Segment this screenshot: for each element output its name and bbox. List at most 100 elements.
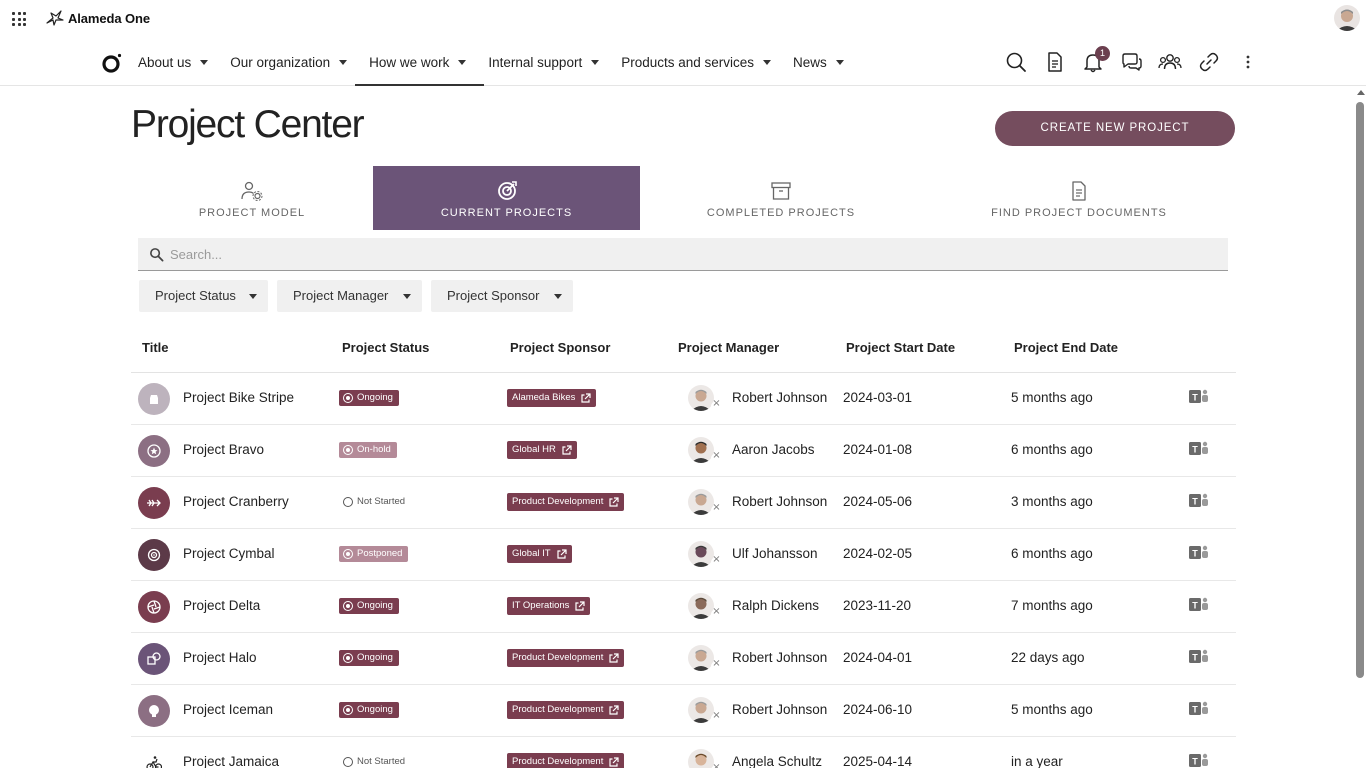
column-header-status[interactable]: Project Status bbox=[342, 340, 429, 355]
column-header-sponsor[interactable]: Project Sponsor bbox=[510, 340, 610, 355]
sponsor-tag[interactable]: IT Operations bbox=[507, 597, 591, 615]
teams-icon[interactable]: T bbox=[1189, 388, 1209, 406]
manager-name[interactable]: Ralph Dickens bbox=[732, 598, 819, 613]
page-scrollbar[interactable] bbox=[1354, 88, 1366, 768]
sponsor-tag[interactable]: Global IT bbox=[507, 545, 572, 563]
manager-name[interactable]: Robert Johnson bbox=[732, 702, 827, 717]
sponsor-tag[interactable]: Global HR bbox=[507, 441, 577, 459]
manager-name[interactable]: Ulf Johansson bbox=[732, 546, 818, 561]
filter-project-sponsor[interactable]: Project Sponsor bbox=[431, 280, 573, 312]
project-title-link[interactable]: Project Bike Stripe bbox=[183, 390, 294, 405]
status-label: Ongoing bbox=[357, 600, 393, 611]
suite-bar: Alameda One bbox=[0, 0, 1366, 36]
status-label: On-hold bbox=[357, 444, 391, 455]
end-date: 7 months ago bbox=[1011, 598, 1093, 613]
search-icon[interactable] bbox=[1004, 50, 1028, 74]
manager-name[interactable]: Angela Schultz bbox=[732, 754, 822, 768]
teams-icon[interactable]: T bbox=[1189, 752, 1209, 768]
presence-offline-icon bbox=[711, 502, 722, 516]
status-label: Not Started bbox=[357, 756, 406, 767]
project-title-link[interactable]: Project Cymbal bbox=[183, 546, 275, 561]
status-badge: Not Started bbox=[339, 494, 411, 510]
nav-item-products-and-services[interactable]: Products and services bbox=[621, 38, 772, 86]
nav-item-about-us[interactable]: About us bbox=[138, 38, 209, 86]
table-row[interactable]: Project Bravo On-hold Global HR Aaron Ja… bbox=[131, 425, 1236, 477]
table-body: Project Bike Stripe Ongoing Alameda Bike… bbox=[131, 373, 1236, 768]
sponsor-tag[interactable]: Alameda Bikes bbox=[507, 389, 597, 407]
manager-name[interactable]: Robert Johnson bbox=[732, 494, 827, 509]
column-header-start-date[interactable]: Project Start Date bbox=[846, 340, 955, 355]
svg-text:T: T bbox=[1192, 445, 1198, 455]
table-row[interactable]: Project Iceman Ongoing Product Developme… bbox=[131, 685, 1236, 737]
nav-item-news[interactable]: News bbox=[793, 38, 844, 86]
table-row[interactable]: Project Delta Ongoing IT Operations Ralp… bbox=[131, 581, 1236, 633]
tab-project-model[interactable]: PROJECT MODEL bbox=[131, 166, 373, 230]
nav-item-how-we-work[interactable]: How we work bbox=[355, 38, 485, 86]
sponsor-label: Product Development bbox=[512, 652, 604, 663]
notification-badge: 1 bbox=[1095, 46, 1110, 61]
status-badge: On-hold bbox=[339, 442, 397, 458]
more-vertical-icon[interactable] bbox=[1238, 50, 1258, 74]
brand[interactable]: Alameda One bbox=[46, 9, 150, 27]
svg-text:T: T bbox=[1192, 653, 1198, 663]
sponsor-tag[interactable]: Product Development bbox=[507, 649, 625, 667]
teams-icon[interactable]: T bbox=[1189, 648, 1209, 666]
sponsor-label: Global HR bbox=[512, 444, 556, 455]
table-row[interactable]: Project Bike Stripe Ongoing Alameda Bike… bbox=[131, 373, 1236, 425]
svg-text:T: T bbox=[1192, 549, 1198, 559]
sponsor-tag[interactable]: Product Development bbox=[507, 753, 625, 768]
project-title-link[interactable]: Project Cranberry bbox=[183, 494, 289, 509]
bell-icon[interactable]: 1 bbox=[1081, 46, 1110, 74]
tab-completed-projects[interactable]: COMPLETED PROJECTS bbox=[640, 166, 922, 230]
manager-name[interactable]: Aaron Jacobs bbox=[732, 442, 815, 457]
nav-item-our-organization[interactable]: Our organization bbox=[230, 38, 348, 86]
svg-text:T: T bbox=[1192, 497, 1198, 507]
link-icon[interactable] bbox=[1197, 50, 1221, 74]
column-header-manager[interactable]: Project Manager bbox=[678, 340, 779, 355]
table-row[interactable]: Project Halo Ongoing Product Development… bbox=[131, 633, 1236, 685]
tab-current-projects[interactable]: CURRENT PROJECTS bbox=[373, 166, 640, 230]
start-date: 2024-05-06 bbox=[843, 494, 913, 509]
sponsor-tag[interactable]: Product Development bbox=[507, 493, 625, 511]
presence-offline-icon bbox=[711, 710, 722, 724]
scroll-thumb[interactable] bbox=[1356, 102, 1364, 678]
document-icon[interactable] bbox=[1043, 50, 1067, 74]
app-launcher-icon[interactable] bbox=[12, 12, 26, 26]
sponsor-tag[interactable]: Product Development bbox=[507, 701, 625, 719]
tab-find-project-documents[interactable]: FIND PROJECT DOCUMENTS bbox=[922, 166, 1236, 230]
column-header-end-date[interactable]: Project End Date bbox=[1014, 340, 1118, 355]
presence-offline-icon bbox=[711, 554, 722, 568]
external-link-icon bbox=[556, 548, 567, 559]
manager-name[interactable]: Robert Johnson bbox=[732, 650, 827, 665]
filter-project-status[interactable]: Project Status bbox=[139, 280, 268, 312]
teams-icon[interactable]: T bbox=[1189, 596, 1209, 614]
project-title-link[interactable]: Project Jamaica bbox=[183, 754, 279, 768]
project-title-link[interactable]: Project Bravo bbox=[183, 442, 264, 457]
chat-icon[interactable] bbox=[1120, 50, 1144, 74]
filter-project-manager[interactable]: Project Manager bbox=[277, 280, 422, 312]
table-row[interactable]: Project Cymbal Postponed Global IT Ulf J… bbox=[131, 529, 1236, 581]
manager-name[interactable]: Robert Johnson bbox=[732, 390, 827, 405]
teams-icon[interactable]: T bbox=[1189, 440, 1209, 458]
teams-icon[interactable]: T bbox=[1189, 544, 1209, 562]
sponsor-label: IT Operations bbox=[512, 600, 570, 611]
sponsor-label: Alameda Bikes bbox=[512, 392, 576, 403]
create-new-project-button[interactable]: CREATE NEW PROJECT bbox=[995, 111, 1235, 146]
search-input[interactable] bbox=[170, 238, 1210, 270]
project-title-link[interactable]: Project Delta bbox=[183, 598, 260, 613]
aperture-icon bbox=[138, 591, 170, 623]
nav-item-label: News bbox=[793, 54, 827, 70]
table-row[interactable]: Project Cranberry Not Started Product De… bbox=[131, 477, 1236, 529]
user-avatar[interactable] bbox=[1334, 5, 1360, 31]
status-icon bbox=[343, 393, 353, 403]
nav-item-internal-support[interactable]: Internal support bbox=[488, 38, 600, 86]
column-header-title[interactable]: Title bbox=[142, 340, 169, 355]
people-icon[interactable] bbox=[1158, 50, 1182, 74]
table-row[interactable]: Project Jamaica Not Started Product Deve… bbox=[131, 737, 1236, 768]
project-title-link[interactable]: Project Iceman bbox=[183, 702, 273, 717]
teams-icon[interactable]: T bbox=[1189, 700, 1209, 718]
teams-icon[interactable]: T bbox=[1189, 492, 1209, 510]
site-logo-icon[interactable] bbox=[101, 52, 123, 74]
scroll-up-arrow-icon[interactable] bbox=[1357, 90, 1365, 95]
project-title-link[interactable]: Project Halo bbox=[183, 650, 257, 665]
